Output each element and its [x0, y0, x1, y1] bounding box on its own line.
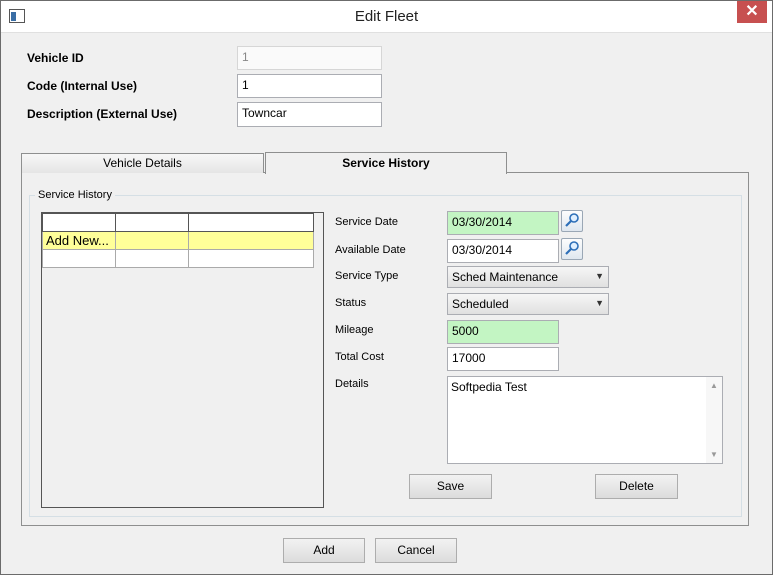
total-cost-label: Total Cost: [335, 351, 384, 363]
title-bar[interactable]: Edit Fleet ✕: [1, 1, 772, 33]
vehicle-id-label: Vehicle ID: [27, 51, 84, 65]
chevron-down-icon: ▼: [595, 298, 604, 308]
grid-cell[interactable]: [115, 231, 189, 250]
service-type-value: Sched Maintenance: [452, 270, 559, 284]
close-icon[interactable]: ✕: [737, 1, 767, 23]
grid-cell[interactable]: [115, 249, 189, 268]
window-title: Edit Fleet: [354, 8, 419, 25]
table-row[interactable]: [42, 249, 314, 268]
edit-fleet-window: Edit Fleet ✕ Vehicle ID 1 Code (Internal…: [0, 0, 773, 575]
grid-header-cell[interactable]: [42, 213, 116, 232]
magnifier-icon: [565, 241, 579, 255]
grid-header-cell[interactable]: [188, 213, 314, 232]
service-history-grid[interactable]: Add New...: [41, 212, 324, 508]
code-field[interactable]: 1: [237, 74, 382, 98]
delete-button[interactable]: Delete: [595, 474, 678, 499]
grid-cell[interactable]: [188, 231, 314, 250]
service-history-group-title: Service History: [35, 189, 115, 201]
code-label: Code (Internal Use): [27, 79, 138, 93]
total-cost-field[interactable]: 17000: [447, 347, 559, 371]
grid-cell[interactable]: Add New...: [42, 231, 116, 250]
grid-header-row: [42, 213, 314, 232]
service-type-select[interactable]: Sched Maintenance ▼: [447, 266, 609, 288]
vehicle-id-field: 1: [237, 46, 382, 70]
grid-cell[interactable]: [188, 249, 314, 268]
details-label: Details: [335, 378, 369, 390]
mileage-label: Mileage: [335, 324, 374, 336]
service-type-label: Service Type: [335, 270, 399, 282]
details-text: Softpedia Test: [451, 380, 527, 394]
mileage-field[interactable]: 5000: [447, 320, 559, 344]
status-value: Scheduled: [452, 297, 509, 311]
tab-service-history[interactable]: Service History: [265, 152, 507, 174]
available-date-field[interactable]: 03/30/2014: [447, 239, 559, 263]
magnifier-icon: [565, 213, 579, 227]
available-date-lookup-button[interactable]: [561, 238, 583, 260]
grid-header-cell[interactable]: [115, 213, 189, 232]
description-label: Description (External Use): [27, 107, 178, 121]
service-date-field[interactable]: 03/30/2014: [447, 211, 559, 235]
service-date-lookup-button[interactable]: [561, 210, 583, 232]
save-button[interactable]: Save: [409, 474, 492, 499]
status-label: Status: [335, 297, 367, 309]
status-select[interactable]: Scheduled ▼: [447, 293, 609, 315]
add-button[interactable]: Add: [283, 538, 365, 563]
scroll-down-icon[interactable]: ▼: [710, 450, 718, 459]
chevron-down-icon: ▼: [595, 271, 604, 281]
details-scrollbar[interactable]: ▲ ▼: [706, 377, 722, 463]
details-textarea[interactable]: Softpedia Test ▲ ▼: [447, 376, 723, 464]
description-field[interactable]: Towncar: [237, 102, 382, 127]
available-date-label: Available Date: [335, 244, 406, 256]
table-row[interactable]: Add New...: [42, 231, 314, 250]
scroll-up-icon[interactable]: ▲: [710, 381, 718, 390]
tab-vehicle-details[interactable]: Vehicle Details: [21, 153, 264, 173]
grid-cell[interactable]: [42, 249, 116, 268]
cancel-button[interactable]: Cancel: [375, 538, 457, 563]
service-date-label: Service Date: [335, 216, 398, 228]
